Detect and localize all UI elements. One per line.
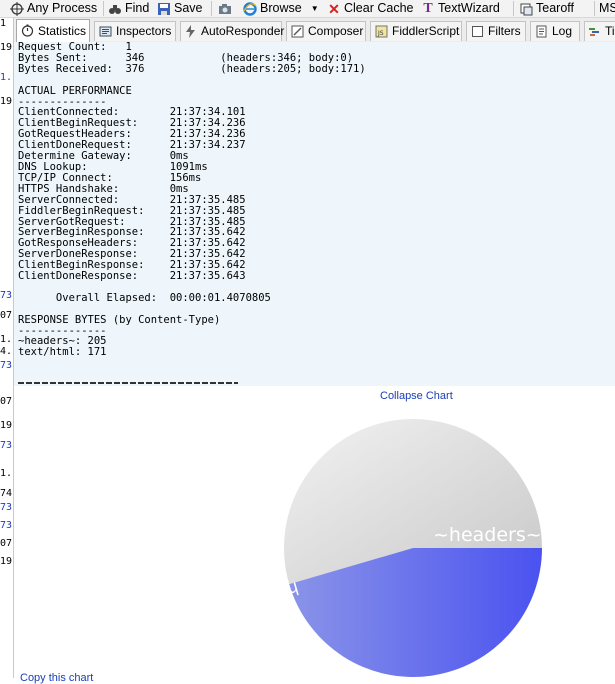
browse-label: Browse <box>260 1 302 15</box>
tab-timeline[interactable]: Tim <box>584 21 615 41</box>
tearoff-label: Tearoff <box>536 1 574 15</box>
statistics-text: Request Count: 1 Bytes Sent: 346 (header… <box>18 42 366 359</box>
clear-cache-button[interactable]: ✕ Clear Cache <box>327 0 413 17</box>
any-process-button[interactable]: Any Process <box>10 0 97 17</box>
statistics-text-panel[interactable]: Request Count: 1 Bytes Sent: 346 (header… <box>14 42 615 386</box>
session-row-fragment[interactable]: 73 <box>0 290 12 302</box>
ie-icon <box>243 1 257 16</box>
browse-button[interactable]: Browse ▼ <box>243 0 319 17</box>
session-row-fragment[interactable]: 19 <box>0 96 12 108</box>
lightning-icon <box>184 24 197 39</box>
log-icon <box>534 25 548 39</box>
tab-log-label: Log <box>552 24 573 38</box>
pie-chart: ~headers~ html <box>258 419 542 678</box>
inspectors-icon <box>98 25 112 39</box>
pie-label-html: html <box>258 577 301 607</box>
session-row-fragment[interactable]: 1. <box>0 468 12 480</box>
session-row-fragment[interactable]: 73 <box>0 440 12 452</box>
tab-statistics[interactable]: Statistics <box>16 19 90 42</box>
session-row-fragment[interactable]: 74 <box>0 488 12 500</box>
tab-autoresponder-label: AutoResponder <box>201 24 285 38</box>
textwizard-icon: T <box>423 0 433 16</box>
composer-icon <box>290 25 304 39</box>
tab-timeline-label: Tim <box>605 24 615 38</box>
chart-panel: Collapse Chart ~headers~ html Copy this c… <box>14 386 615 684</box>
pie-label-headers: ~headers~ <box>433 524 542 546</box>
msdn-search-button[interactable]: MS <box>599 0 615 17</box>
tab-composer-label: Composer <box>308 24 364 38</box>
session-row-fragment[interactable]: 1 <box>0 18 12 30</box>
stopwatch-icon <box>20 24 34 38</box>
tab-inspectors-label: Inspectors <box>116 24 172 38</box>
textwizard-button[interactable]: T TextWizard <box>421 0 500 17</box>
session-row-fragment[interactable]: 19 <box>0 556 12 568</box>
session-row-fragment[interactable]: 07 <box>0 310 12 322</box>
find-button[interactable]: Find <box>108 0 149 17</box>
session-row-fragment[interactable]: 73 <box>0 502 12 514</box>
copy-chart-link[interactable]: Copy this chart <box>20 672 93 684</box>
tab-fiddlerscript[interactable]: JS FiddlerScript <box>370 21 462 41</box>
chevron-down-icon[interactable]: ▼ <box>311 1 319 16</box>
tearoff-icon <box>519 2 533 16</box>
session-row-fragment[interactable]: 1. <box>0 334 12 346</box>
save-label: Save <box>174 1 203 15</box>
tab-inspectors[interactable]: Inspectors <box>94 21 176 41</box>
session-list-strip[interactable]: 1 19 1. 19 73 07 1. 4. 73 07 19 73 1. 74 73 73 07 19 <box>0 18 14 678</box>
inspector-tabbar: Statistics Inspectors AutoResponder Comp… <box>14 18 615 43</box>
save-icon <box>157 2 171 16</box>
tab-composer[interactable]: Composer <box>286 21 366 41</box>
tab-log[interactable]: Log <box>530 21 580 41</box>
session-row-fragment[interactable]: 19 <box>0 42 12 54</box>
session-row-fragment[interactable]: 1. <box>0 72 12 84</box>
tab-statistics-label: Statistics <box>38 23 87 38</box>
textwizard-label: TextWizard <box>438 1 500 15</box>
clear-cache-icon: ✕ <box>328 0 340 17</box>
clear-cache-label: Clear Cache <box>344 1 414 15</box>
tab-filters-label: Filters <box>488 24 521 38</box>
session-row-fragment[interactable]: 07 <box>0 538 12 550</box>
camera-icon <box>218 2 232 16</box>
script-icon: JS <box>374 25 388 39</box>
crosshair-icon <box>10 1 24 16</box>
tab-fiddlerscript-label: FiddlerScript <box>392 24 460 38</box>
tab-filters[interactable]: Filters <box>466 21 526 41</box>
checkbox-icon <box>470 25 484 39</box>
session-row-fragment[interactable]: 19 <box>0 420 12 432</box>
timeline-icon <box>588 25 601 39</box>
tab-autoresponder[interactable]: AutoResponder <box>180 21 285 41</box>
session-row-fragment[interactable]: 73 <box>0 360 12 372</box>
screenshot-button[interactable] <box>218 0 232 17</box>
session-row-fragment[interactable]: 07 <box>0 396 12 408</box>
any-process-label: Any Process <box>27 1 98 15</box>
msdn-search-label: MS <box>599 1 615 15</box>
svg-text:JS: JS <box>377 30 384 37</box>
session-row-fragment[interactable]: 73 <box>0 520 12 532</box>
tearoff-button[interactable]: Tearoff <box>519 0 574 17</box>
main-toolbar: Any Process Find Save Browse ▼ ✕ Clear C… <box>0 0 615 18</box>
find-label: Find <box>125 1 150 15</box>
save-button[interactable]: Save <box>157 0 203 17</box>
session-row-fragment[interactable]: 4. <box>0 346 12 358</box>
binoculars-icon <box>108 2 122 16</box>
